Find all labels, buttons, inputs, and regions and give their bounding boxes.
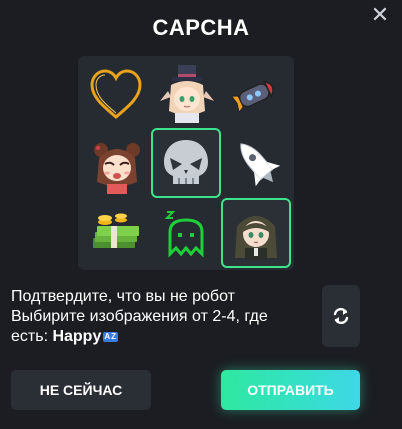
captcha-tile-1[interactable] <box>81 59 151 129</box>
captcha-tile-5[interactable] <box>151 128 221 198</box>
money-stack-icon <box>93 213 139 248</box>
captcha-tile-2[interactable] <box>151 59 221 129</box>
anime-girl-brown-hair-icon <box>94 143 140 194</box>
dialog-title: CAPCHA <box>152 15 250 40</box>
rocket-icon <box>240 143 281 187</box>
captcha-keyword: Happy <box>52 328 102 345</box>
green-ghost-icon <box>164 211 204 258</box>
close-icon[interactable]: ✕ <box>368 3 392 27</box>
captcha-dialog: CAPCHA ✕ Подтвердите, что вы не робот Вы… <box>0 0 402 429</box>
captcha-image-grid <box>78 56 294 270</box>
captcha-tile-8[interactable] <box>151 198 221 268</box>
instruction-prefix: есть: <box>11 328 53 345</box>
anime-girl-green-hair-icon <box>235 216 277 260</box>
anime-girl-top-hat-icon <box>160 65 214 123</box>
captcha-tile-9[interactable] <box>221 198 291 268</box>
translate-icon[interactable]: AZ <box>103 332 119 342</box>
instruction-line-1: Подтвердите, что вы не робот <box>11 288 235 305</box>
not-now-button[interactable]: НЕ СЕЙЧАС <box>11 370 151 410</box>
instruction-line-3: есть: Happy AZ <box>11 327 311 347</box>
captcha-tile-3[interactable] <box>221 59 291 129</box>
submit-button[interactable]: ОТПРАВИТЬ <box>221 370 360 410</box>
instruction-line-2: Выбирите изображения от 2-4, где <box>11 308 268 325</box>
captcha-instructions: Подтвердите, что вы не робот Выбирите из… <box>11 287 311 347</box>
captcha-tile-7[interactable] <box>81 198 151 268</box>
refresh-icon <box>333 307 349 325</box>
captcha-tile-6[interactable] <box>221 128 291 198</box>
captcha-tile-4[interactable] <box>81 128 151 198</box>
refresh-button[interactable] <box>322 285 360 347</box>
skull-icon <box>164 140 208 184</box>
rocket-capsule-icon <box>230 80 274 114</box>
heart-outline-icon <box>90 69 142 119</box>
